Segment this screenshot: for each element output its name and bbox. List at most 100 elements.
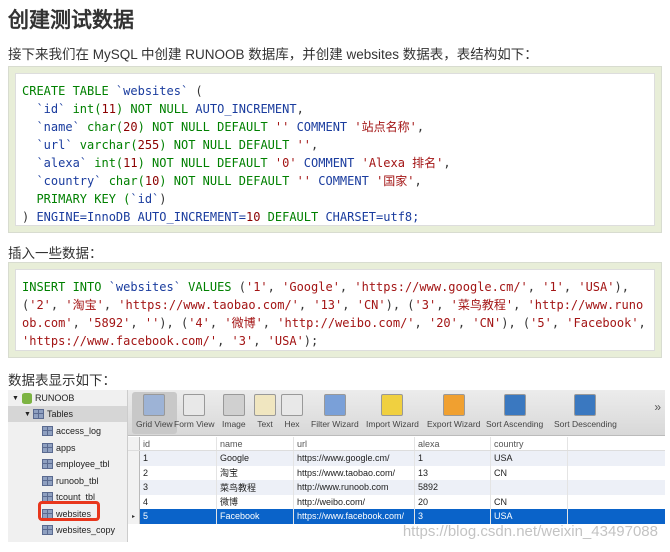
code-token: , [267, 280, 283, 294]
code-token: '5892' [87, 316, 131, 330]
code-token: '微博' [224, 316, 263, 330]
table-row[interactable]: 4 微博 http://weibo.com/20 CN [128, 494, 665, 509]
cell-alexa[interactable]: 5892 [415, 480, 491, 495]
more-icon[interactable]: » [654, 400, 661, 414]
toolbar-export-wizard-button[interactable]: Export Wizard [427, 394, 480, 429]
cell-name[interactable]: Facebook [217, 509, 294, 524]
database-icon [21, 392, 32, 404]
cell-alexa[interactable]: 20 [415, 494, 491, 509]
code-token: , [551, 316, 567, 330]
cell-url[interactable]: https://www.taobao.com/ [294, 465, 415, 480]
cell-alexa[interactable]: 3 [415, 509, 491, 524]
table-icon [32, 409, 44, 419]
code-line: `url` varchar(255) NOT NULL DEFAULT '', [22, 136, 648, 154]
table-item-websites-copy[interactable]: websites_copy [42, 522, 115, 538]
cell-id[interactable]: 2 [140, 465, 217, 480]
cell-id[interactable]: 5 [140, 509, 217, 524]
toolbar-sort-descending-button[interactable]: Sort Descending [554, 394, 617, 429]
code-line: `name` char(20) NOT NULL DEFAULT '' COMM… [22, 118, 648, 136]
tables-folder[interactable]: ▼ Tables [8, 406, 127, 422]
table-item-employee-tbl[interactable]: employee_tbl [42, 456, 110, 472]
table-item-runoob-tbl[interactable]: runoob_tbl [42, 473, 99, 489]
column-header-name[interactable]: name [217, 437, 294, 450]
watermark: https://blog.csdn.net/weixin_43497088 [402, 523, 658, 540]
toolbar-label: Filter Wizard [311, 419, 359, 429]
row-marker[interactable] [128, 480, 140, 495]
cell-url[interactable]: https://www.google.cm/ [294, 451, 415, 466]
code-token: varchar( [72, 138, 138, 152]
toolbar-grid-view-button[interactable]: Grid View [132, 392, 177, 434]
toolbar-label: Import Wizard [366, 419, 419, 429]
cell-alexa[interactable]: 13 [415, 465, 491, 480]
column-header-country[interactable]: country [491, 437, 568, 450]
import-wizard-icon [381, 394, 404, 416]
toolbar: » Grid View Form View Image Text Hex Filter W… [128, 390, 665, 436]
table-row[interactable]: 1 Google https://www.google.cm/1 USA [128, 451, 665, 466]
toolbar-label: Sort Descending [554, 419, 617, 429]
code-token: , [217, 334, 232, 348]
column-header-alexa[interactable]: alexa [415, 437, 491, 450]
code-token: '4' [188, 316, 210, 330]
code-token: ), ( [159, 316, 189, 330]
cell-country[interactable]: USA [491, 451, 568, 466]
cell-country[interactable]: CN [491, 465, 568, 480]
code-token: int( [65, 102, 102, 116]
code-token: `id` [130, 192, 160, 206]
toolbar-image-button[interactable]: Image [222, 394, 246, 429]
code-token: `url` [22, 138, 73, 152]
row-marker[interactable]: ▸ [128, 509, 140, 524]
table-item-access-log[interactable]: access_log [42, 423, 101, 439]
code-token: '菜鸟教程' [450, 298, 514, 312]
toolbar-form-view-button[interactable]: Form View [174, 394, 214, 429]
code-token: 'CN' [356, 298, 386, 312]
create-table-code: CREATE TABLE `websites` ( `id` int(11) N… [15, 73, 655, 226]
cell-name[interactable]: 淘宝 [217, 465, 294, 480]
code-token: '13' [313, 298, 343, 312]
db-runoob[interactable]: ▼ RUNOOB [12, 390, 74, 406]
data-grid: id name url alexa country 1 Google https://www… [128, 437, 665, 524]
row-marker[interactable] [128, 465, 140, 480]
code-token: ) NOT NULL DEFAULT [159, 138, 297, 152]
cell-country[interactable]: CN [491, 494, 568, 509]
table-name: websites_copy [56, 525, 116, 535]
toolbar-text-button[interactable]: Text [254, 394, 276, 429]
code-token: , [563, 280, 579, 294]
table-row[interactable]: 2 淘宝 https://www.taobao.com/13 CN [128, 465, 665, 480]
table-row[interactable]: 3 菜鸟教程 http://www.runoob.com 5892 [128, 480, 665, 495]
code-token: COMMENT [296, 156, 362, 170]
code-token: , [296, 102, 304, 116]
insert-label: 插入一些数据： [8, 246, 103, 261]
cell-name[interactable]: Google [217, 451, 294, 466]
cell-url[interactable]: http://www.runoob.com [294, 480, 415, 495]
code-token: ); [303, 334, 319, 348]
code-token: INSERT INTO [22, 280, 109, 294]
cell-url[interactable]: http://weibo.com/ [294, 494, 415, 509]
cell-name[interactable]: 菜鸟教程 [217, 480, 294, 495]
column-header-id[interactable]: id [140, 437, 217, 450]
cell-country[interactable] [491, 480, 568, 495]
intro-text: 接下来我们在 MySQL 中创建 RUNOOB 数据库，并创建 websites… [8, 47, 538, 62]
cell-id[interactable]: 3 [140, 480, 217, 495]
column-header-url[interactable]: url [294, 437, 415, 450]
toolbar-label: Grid View [136, 419, 173, 429]
cell-id[interactable]: 4 [140, 494, 217, 509]
table-item-apps[interactable]: apps [42, 440, 76, 456]
sort-descending-icon [574, 394, 597, 416]
cell-country[interactable]: USA [491, 509, 568, 524]
row-marker[interactable] [128, 494, 140, 509]
cell-name[interactable]: 微博 [217, 494, 294, 509]
toolbar-hex-button[interactable]: Hex [281, 394, 303, 429]
row-marker[interactable] [128, 451, 140, 466]
code-token: ) [159, 192, 167, 206]
cell-id[interactable]: 1 [140, 451, 217, 466]
code-token: '0' [274, 156, 297, 170]
code-token: `alexa` [22, 156, 88, 170]
table-row[interactable]: ▸ 5 Facebook https://www.facebook.com/3 USA [128, 509, 665, 524]
cell-alexa[interactable]: 1 [415, 451, 491, 466]
sort-ascending-icon [503, 394, 526, 416]
code-token: , [209, 316, 225, 330]
toolbar-filter-wizard-button[interactable]: Filter Wizard [311, 394, 359, 429]
toolbar-sort-ascending-button[interactable]: Sort Ascending [486, 394, 543, 429]
cell-url[interactable]: https://www.facebook.com/ [294, 509, 415, 524]
toolbar-import-wizard-button[interactable]: Import Wizard [366, 394, 419, 429]
